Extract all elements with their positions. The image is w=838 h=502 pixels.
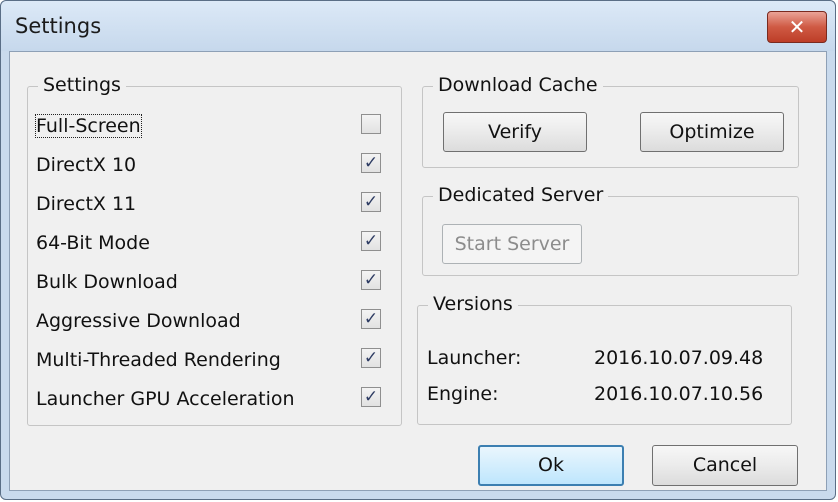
setting-full-screen[interactable]: Full-Screen: [35, 112, 391, 144]
dedicated-server-legend: Dedicated Server: [433, 184, 609, 206]
close-button[interactable]: ✕: [767, 11, 827, 43]
versions-group: Versions Launcher: 2016.10.07.09.48 Engi…: [417, 293, 792, 425]
settings-window: Settings ✕ Settings Full-Screen DirectX …: [0, 0, 836, 500]
setting-directx-11[interactable]: DirectX 11 ✓: [36, 190, 391, 222]
launcher-gpu-acceleration-checkbox[interactable]: ✓: [361, 387, 381, 407]
directx-10-checkbox[interactable]: ✓: [361, 153, 381, 173]
engine-version-value: 2016.10.07.10.56: [594, 383, 764, 405]
setting-label: 64-Bit Mode: [36, 232, 150, 254]
full-screen-checkbox[interactable]: [361, 114, 381, 134]
cancel-button[interactable]: Cancel: [652, 445, 798, 486]
setting-aggressive-download[interactable]: Aggressive Download ✓: [36, 307, 391, 339]
multi-threaded-rendering-checkbox[interactable]: ✓: [361, 348, 381, 368]
verify-button[interactable]: Verify: [443, 112, 587, 152]
setting-label: Aggressive Download: [36, 310, 241, 332]
settings-group: Settings Full-Screen DirectX 10 ✓ Direct…: [27, 74, 402, 426]
setting-label: Launcher GPU Acceleration: [36, 388, 295, 410]
setting-label: DirectX 10: [36, 154, 137, 176]
launcher-version-value: 2016.10.07.09.48: [594, 347, 764, 369]
setting-label: Bulk Download: [36, 271, 178, 293]
setting-label: DirectX 11: [36, 193, 137, 215]
download-cache-group: Download Cache Verify Optimize: [422, 74, 799, 168]
64-bit-mode-checkbox[interactable]: ✓: [361, 231, 381, 251]
setting-launcher-gpu-acceleration[interactable]: Launcher GPU Acceleration ✓: [36, 385, 391, 417]
checkmark-icon: ✓: [363, 153, 379, 173]
checkmark-icon: ✓: [363, 192, 379, 212]
engine-version-label: Engine:: [427, 383, 499, 405]
dialog-body: Settings Full-Screen DirectX 10 ✓ Direct…: [9, 51, 827, 491]
download-cache-legend: Download Cache: [433, 74, 603, 96]
setting-multi-threaded-rendering[interactable]: Multi-Threaded Rendering ✓: [36, 346, 391, 378]
setting-64-bit-mode[interactable]: 64-Bit Mode ✓: [36, 229, 391, 261]
close-icon: ✕: [788, 15, 806, 39]
setting-label: Full-Screen: [35, 114, 142, 138]
checkmark-icon: ✓: [363, 231, 379, 251]
dedicated-server-group: Dedicated Server Start Server: [422, 184, 799, 276]
directx-11-checkbox[interactable]: ✓: [361, 192, 381, 212]
aggressive-download-checkbox[interactable]: ✓: [361, 309, 381, 329]
setting-label: Multi-Threaded Rendering: [36, 349, 281, 371]
versions-legend: Versions: [428, 293, 518, 315]
checkmark-icon: ✓: [363, 348, 379, 368]
checkmark-icon: ✓: [363, 270, 379, 290]
window-title: Settings: [15, 14, 102, 38]
title-bar: Settings ✕: [1, 1, 835, 51]
checkmark-icon: ✓: [363, 387, 379, 407]
launcher-version-label: Launcher:: [427, 347, 522, 369]
settings-group-legend: Settings: [38, 74, 126, 96]
setting-bulk-download[interactable]: Bulk Download ✓: [36, 268, 391, 300]
optimize-button[interactable]: Optimize: [640, 112, 784, 152]
bulk-download-checkbox[interactable]: ✓: [361, 270, 381, 290]
start-server-button[interactable]: Start Server: [442, 224, 582, 264]
checkmark-icon: ✓: [363, 309, 379, 329]
setting-directx-10[interactable]: DirectX 10 ✓: [36, 151, 391, 183]
ok-button[interactable]: Ok: [478, 445, 624, 486]
